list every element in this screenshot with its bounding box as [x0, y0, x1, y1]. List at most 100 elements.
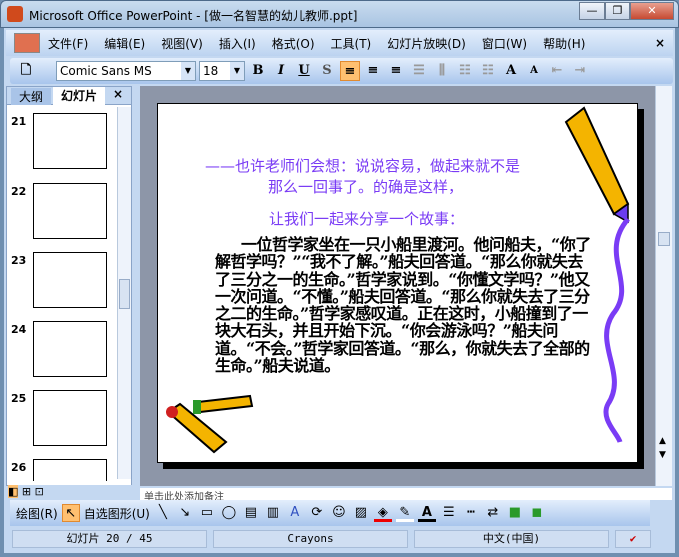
spelling-icon[interactable]: ✔ [615, 530, 651, 548]
shrink-font-button[interactable]: A [524, 61, 544, 81]
restore-button[interactable]: ❐ [605, 2, 630, 20]
font-select[interactable]: Comic Sans MS ▼ [56, 61, 196, 81]
thumbnail-image [33, 113, 107, 169]
bullets-icon[interactable]: ☷ [478, 61, 498, 81]
arrow-icon[interactable]: ↘ [176, 504, 194, 522]
increase-indent-icon[interactable]: ⇥ [570, 61, 590, 81]
menu-view[interactable]: 视图(V) [153, 35, 211, 52]
chevron-down-icon: ▼ [230, 62, 244, 80]
autoshapes-menu-button[interactable]: 自选图形(U) [84, 505, 150, 522]
thumbnail-image [33, 252, 107, 308]
slide-number: 21 [11, 115, 27, 128]
slide-text-line2: 那么一回事了。的确是这样， [268, 178, 464, 196]
menu-slideshow[interactable]: 幻灯片放映(D) [379, 35, 474, 52]
slide-number: 23 [11, 254, 27, 267]
language-indicator: 中文(中国) [414, 530, 609, 548]
underline-button[interactable]: U [294, 61, 314, 81]
menu-window[interactable]: 窗口(W) [474, 35, 535, 52]
new-document-icon[interactable]: 🗋 [16, 61, 36, 81]
slide-counter: 幻灯片 20 / 45 [12, 530, 207, 548]
menu-format[interactable]: 格式(O) [264, 35, 323, 52]
design-template: Crayons [213, 530, 408, 548]
clipart-icon[interactable]: ☺ [330, 504, 348, 522]
slide-thumbnail[interactable]: 26 [9, 459, 117, 481]
tab-outline[interactable]: 大纲 [11, 88, 51, 105]
align-right-button[interactable]: ≡ [386, 61, 406, 81]
oval-icon[interactable]: ◯ [220, 504, 238, 522]
3d-style-icon[interactable]: ◼ [528, 504, 546, 522]
bold-button[interactable]: B [248, 61, 268, 81]
view-buttons: ◧ ⊞ ⊡ [8, 485, 132, 499]
vertical-text-icon[interactable]: ⫼ [432, 61, 452, 81]
menu-file[interactable]: 文件(F) [40, 35, 96, 52]
wordart-icon[interactable]: A [286, 504, 304, 522]
slide-thumbnail[interactable]: 22 [9, 183, 117, 243]
slide-number: 22 [11, 185, 27, 198]
pane-close-button[interactable]: × [113, 87, 123, 101]
chevron-down-icon: ▼ [181, 62, 195, 80]
title-bar: Microsoft Office PowerPoint - [做一名智慧的幼儿教… [0, 0, 679, 28]
slide-text-line3: 让我们一起来分享一个故事： [269, 210, 465, 228]
line-style-icon[interactable]: ☰ [440, 504, 458, 522]
slides-pane: 大纲 幻灯片 × 21 22 23 24 25 26 [6, 86, 132, 486]
font-value: Comic Sans MS [60, 64, 152, 78]
vertical-textbox-icon[interactable]: ▥ [264, 504, 282, 522]
line-icon[interactable]: ╲ [154, 504, 172, 522]
slide-scrollbar[interactable]: ▲ ▼ [655, 86, 672, 486]
textbox-icon[interactable]: ▤ [242, 504, 260, 522]
font-color-icon[interactable]: A [417, 504, 436, 522]
select-pointer-icon[interactable]: ↖ [61, 504, 80, 522]
slideshow-icon[interactable]: ⊡ [35, 485, 44, 498]
status-bar: 幻灯片 20 / 45 Crayons 中文(中国) ✔ [6, 528, 673, 550]
line-color-icon[interactable]: ✎ [395, 504, 414, 522]
tab-slides[interactable]: 幻灯片 [53, 87, 105, 106]
distribute-icon[interactable]: ☰ [409, 61, 429, 81]
dash-style-icon[interactable]: ┅ [462, 504, 480, 522]
slide-number: 26 [11, 461, 27, 474]
thumbnail-image [33, 390, 107, 446]
align-center-button[interactable]: ≡ [363, 61, 383, 81]
thumbnail-image [33, 321, 107, 377]
slide-thumbnail[interactable]: 23 [9, 252, 117, 312]
numbering-icon[interactable]: ☷ [455, 61, 475, 81]
shadow-style-icon[interactable]: ■ [506, 504, 524, 522]
italic-button[interactable]: I [271, 61, 291, 81]
font-size-value: 18 [203, 64, 219, 78]
prev-slide-icon[interactable]: ▲ [659, 436, 666, 446]
picture-icon[interactable]: ▨ [352, 504, 370, 522]
normal-view-icon[interactable]: ◧ [8, 485, 19, 498]
font-size-select[interactable]: 18 ▼ [199, 61, 245, 81]
window-title: Microsoft Office PowerPoint - [做一名智慧的幼儿教… [29, 9, 358, 23]
grow-font-button[interactable]: A [501, 61, 521, 81]
slide-text-line1: ——也许老师们会想：说说容易，做起来就不是 [205, 157, 521, 175]
thumbnail-list: 21 22 23 24 25 26 [7, 111, 117, 481]
slide-thumbnail[interactable]: 25 [9, 390, 117, 450]
slide-thumbnail[interactable]: 24 [9, 321, 117, 381]
fill-color-icon[interactable]: ◈ [373, 504, 392, 522]
align-left-button[interactable]: ≡ [340, 61, 360, 81]
notes-pane[interactable]: 单击此处添加备注 [140, 488, 672, 500]
next-slide-icon[interactable]: ▼ [659, 450, 666, 460]
menu-edit[interactable]: 编辑(E) [96, 35, 153, 52]
close-document-button[interactable]: × [647, 36, 673, 50]
drawing-toolbar: 绘图(R) ↖ 自选图形(U) ╲ ↘ ▭ ◯ ▤ ▥ A ⟳ ☺ ▨ ◈ ✎ … [10, 500, 650, 526]
slide-number: 25 [11, 392, 27, 405]
menu-insert[interactable]: 插入(I) [211, 35, 264, 52]
menu-help[interactable]: 帮助(H) [535, 35, 593, 52]
draw-menu-button[interactable]: 绘图(R) [16, 505, 58, 522]
slide-thumbnail[interactable]: 21 [9, 113, 117, 173]
thumbnail-image [33, 459, 107, 481]
rectangle-icon[interactable]: ▭ [198, 504, 216, 522]
slide-sorter-icon[interactable]: ⊞ [22, 485, 31, 498]
minimize-button[interactable]: — [579, 2, 605, 20]
shadow-button[interactable]: S [317, 61, 337, 81]
app-icon [7, 6, 23, 22]
decrease-indent-icon[interactable]: ⇤ [547, 61, 567, 81]
crayons-illustration [166, 394, 254, 454]
menu-bar: 文件(F) 编辑(E) 视图(V) 插入(I) 格式(O) 工具(T) 幻灯片放… [6, 30, 673, 56]
pane-scrollbar[interactable] [117, 107, 131, 479]
close-button[interactable]: ✕ [630, 2, 674, 20]
menu-tools[interactable]: 工具(T) [323, 35, 380, 52]
arrow-style-icon[interactable]: ⇄ [484, 504, 502, 522]
diagram-icon[interactable]: ⟳ [308, 504, 326, 522]
